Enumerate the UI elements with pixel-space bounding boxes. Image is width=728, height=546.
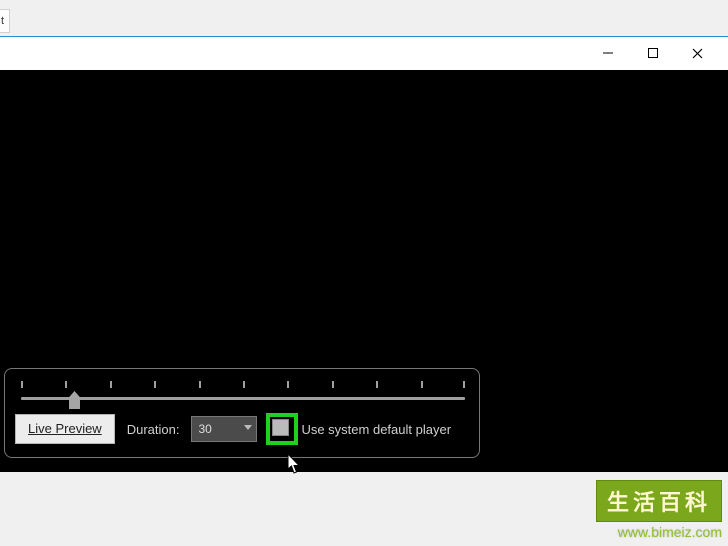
slider-tick [154,381,156,388]
use-default-player-checkbox[interactable] [269,416,295,442]
close-button[interactable] [675,38,720,68]
preview-window: Live Preview Duration: 30 Use system def… [0,36,728,472]
control-row: Live Preview Duration: 30 Use system def… [15,413,469,445]
slider-tick [332,381,334,388]
checkbox-box-icon [272,419,289,436]
video-preview-area: Live Preview Duration: 30 Use system def… [0,70,728,472]
timeline-slider[interactable] [21,381,465,411]
watermark: 生活百科 www.bimeiz.com [596,480,722,540]
slider-tick [65,381,67,388]
slider-tick [376,381,378,388]
maximize-button[interactable] [630,38,675,68]
maximize-icon [648,48,658,58]
duration-select[interactable]: 30 [191,416,257,442]
ribbon-tab-fragment[interactable]: t [0,9,10,33]
watermark-title: 生活百科 [596,480,722,522]
duration-value: 30 [198,422,211,436]
minimize-button[interactable] [585,38,630,68]
minimize-icon [603,48,613,58]
live-preview-button[interactable]: Live Preview [15,414,115,444]
slider-tick [421,381,423,388]
slider-tick [110,381,112,388]
slider-tick [199,381,201,388]
slider-tick [21,381,23,388]
use-default-player-label: Use system default player [301,422,451,437]
slider-tick [463,381,465,388]
preview-control-panel: Live Preview Duration: 30 Use system def… [4,368,480,458]
chevron-down-icon [244,425,252,430]
slider-tick [243,381,245,388]
slider-tick [287,381,289,388]
watermark-url: www.bimeiz.com [596,524,722,540]
slider-thumb[interactable] [69,391,80,409]
close-icon [692,48,703,59]
slider-track [21,397,465,400]
duration-label: Duration: [127,422,180,437]
titlebar [0,37,728,69]
